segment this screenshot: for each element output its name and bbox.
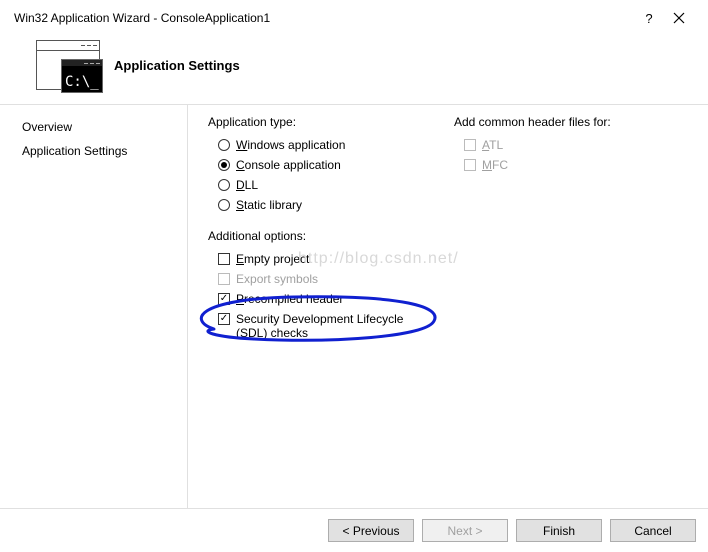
checkbox-precompiled-header[interactable]: Precompiled header [208, 289, 442, 309]
cancel-button[interactable]: Cancel [610, 519, 696, 542]
checkbox-label: MFC [482, 158, 508, 172]
checkbox-mfc: MFC [454, 155, 688, 175]
checkbox-label: Empty project [236, 252, 309, 266]
application-type-label: Application type: [208, 115, 442, 129]
checkbox-empty-project[interactable]: Empty project [208, 249, 442, 269]
checkbox-atl: ATL [454, 135, 688, 155]
wizard-icon: C:\_ [36, 40, 100, 90]
sidebar-item-application-settings[interactable]: Application Settings [0, 139, 187, 163]
additional-options-label: Additional options: [208, 229, 442, 243]
content-area: Overview Application Settings http://blo… [0, 105, 708, 535]
radio-label: Console application [236, 158, 341, 172]
right-column: Add common header files for: ATL MFC [454, 115, 688, 525]
header: C:\_ Application Settings [0, 36, 708, 104]
radio-label: Static library [236, 198, 302, 212]
radio-icon [218, 199, 230, 211]
checkbox-label: Precompiled header [236, 292, 343, 306]
page-title: Application Settings [114, 58, 240, 73]
next-button: Next > [422, 519, 508, 542]
radio-icon [218, 159, 230, 171]
checkbox-icon [218, 313, 230, 325]
checkbox-icon [218, 273, 230, 285]
radio-windows-application[interactable]: Windows application [208, 135, 442, 155]
footer: < Previous Next > Finish Cancel [0, 508, 708, 552]
checkbox-label: Export symbols [236, 272, 318, 286]
main-panel: http://blog.csdn.net/ Application type: … [188, 105, 708, 535]
checkbox-icon [218, 293, 230, 305]
checkbox-label: ATL [482, 138, 503, 152]
checkbox-export-symbols: Export symbols [208, 269, 442, 289]
previous-button[interactable]: < Previous [328, 519, 414, 542]
radio-label: Windows application [236, 138, 345, 152]
left-column: Application type: Windows application Co… [208, 115, 442, 525]
sidebar: Overview Application Settings [0, 105, 188, 535]
checkbox-icon [218, 253, 230, 265]
radio-label: DLL [236, 178, 258, 192]
checkbox-label: Security Development Lifecycle (SDL) che… [236, 312, 436, 340]
title-bar: Win32 Application Wizard - ConsoleApplic… [0, 0, 708, 36]
common-header-label: Add common header files for: [454, 115, 688, 129]
checkbox-icon [464, 139, 476, 151]
finish-button[interactable]: Finish [516, 519, 602, 542]
radio-dll[interactable]: DLL [208, 175, 442, 195]
radio-icon [218, 179, 230, 191]
console-prompt-text: C:\_ [65, 74, 99, 90]
checkbox-sdl-checks[interactable]: Security Development Lifecycle (SDL) che… [208, 309, 442, 343]
radio-console-application[interactable]: Console application [208, 155, 442, 175]
help-button[interactable]: ? [634, 8, 664, 28]
close-icon [673, 12, 685, 24]
close-button[interactable] [664, 8, 694, 28]
window-title: Win32 Application Wizard - ConsoleApplic… [14, 11, 634, 25]
radio-static-library[interactable]: Static library [208, 195, 442, 215]
sidebar-item-overview[interactable]: Overview [0, 115, 187, 139]
radio-icon [218, 139, 230, 151]
checkbox-icon [464, 159, 476, 171]
